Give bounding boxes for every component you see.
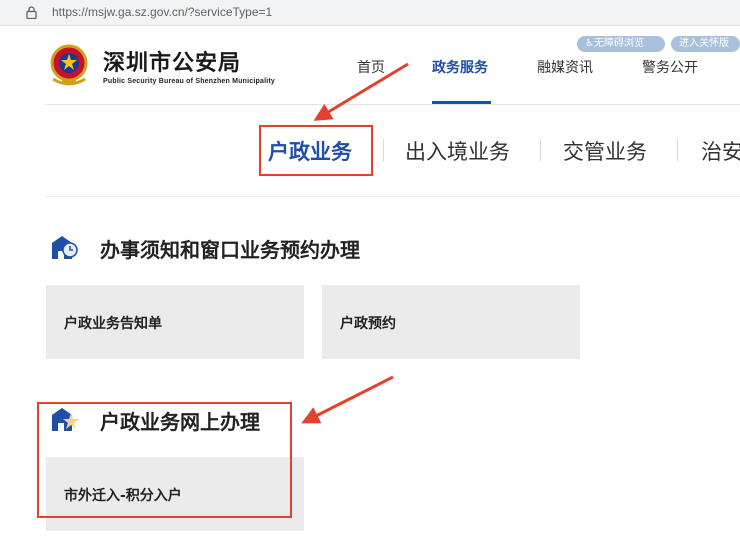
card-label: 户政业务告知单 [64, 316, 162, 332]
nav-home[interactable]: 首页 [357, 57, 385, 77]
tab-public-security[interactable]: 治安 [701, 136, 740, 166]
brand-title-en: Public Security Bureau of Shenzhen Munic… [103, 78, 275, 85]
section-title-notice: 办事须知和窗口业务预约办理 [100, 238, 360, 262]
annotation-box-tab [259, 125, 373, 176]
tab-separator [540, 139, 541, 161]
wheelchair-icon: ♿ [585, 38, 594, 49]
address-bar[interactable]: https://msjw.ga.sz.gov.cn/?serviceType=1 [0, 0, 740, 26]
annotation-box-card [37, 402, 292, 518]
tab-separator [677, 139, 678, 161]
lock-icon [26, 6, 37, 19]
nav-police-affairs-public[interactable]: 警务公开 [642, 57, 698, 77]
care-mode-button[interactable]: 进入关怀版 [671, 36, 740, 52]
tab-exit-entry[interactable]: 出入境业务 [405, 136, 510, 166]
brand-title-cn: 深圳市公安局 [103, 51, 242, 76]
card-household-notice[interactable]: 户政业务告知单 [46, 285, 304, 359]
accessibility-label: 无障碍浏览 [593, 38, 644, 49]
header-divider [45, 104, 740, 105]
police-emblem-icon [50, 44, 88, 86]
card-label: 户政预约 [340, 316, 396, 332]
accessibility-button[interactable]: ♿无障碍浏览 [577, 36, 665, 52]
arrow-to-card [301, 375, 394, 424]
nav-media-news[interactable]: 融媒资讯 [537, 57, 593, 77]
tab-separator [383, 139, 384, 161]
tab-traffic-management[interactable]: 交管业务 [563, 136, 647, 166]
tabs-divider [45, 196, 740, 197]
building-clock-icon [52, 236, 78, 259]
nav-government-services[interactable]: 政务服务 [432, 57, 488, 77]
address-url[interactable]: https://msjw.ga.sz.gov.cn/?serviceType=1 [52, 5, 272, 19]
card-household-appointment[interactable]: 户政预约 [322, 285, 580, 359]
